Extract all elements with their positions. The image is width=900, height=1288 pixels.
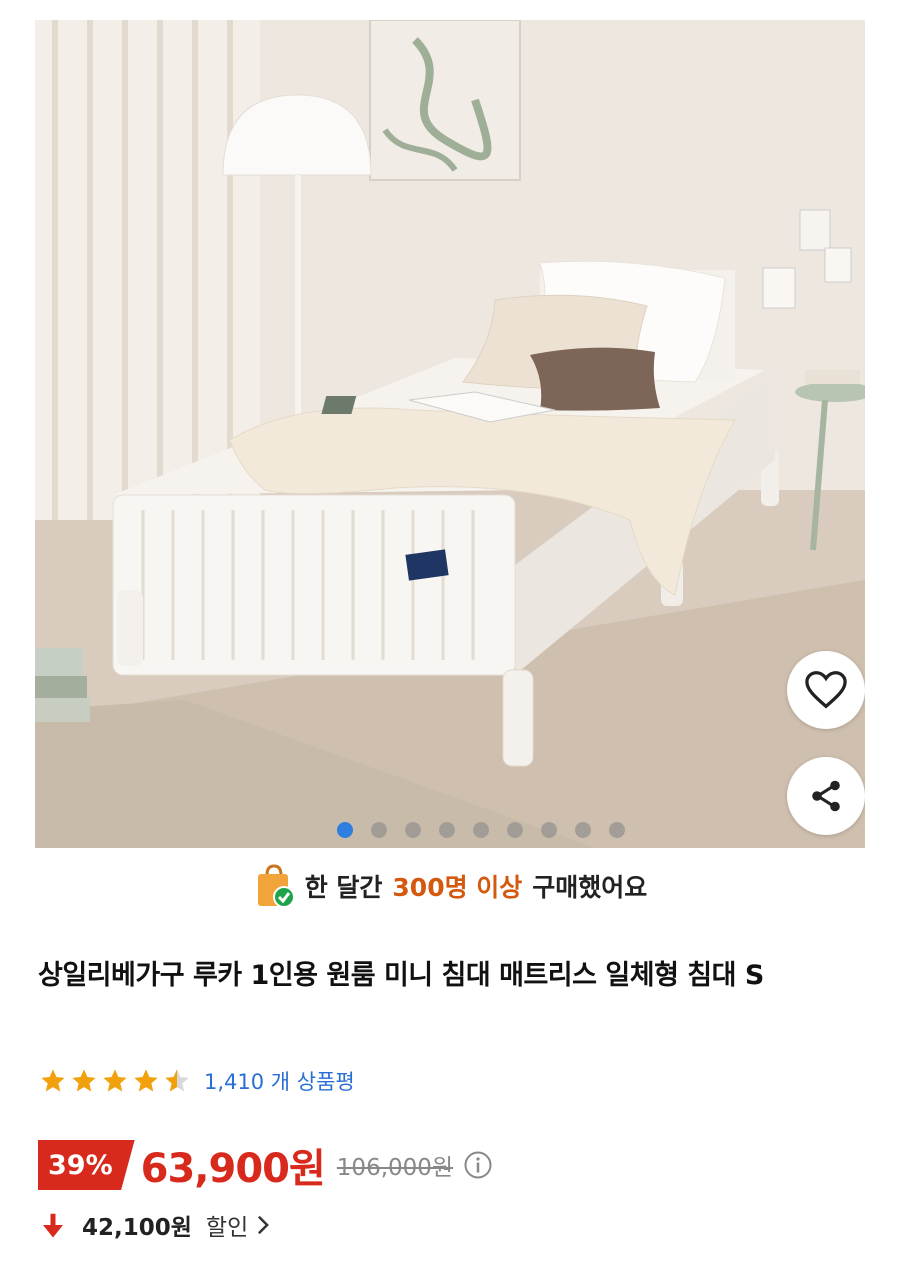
star-rating — [38, 1067, 192, 1095]
gallery-dot[interactable] — [575, 822, 591, 838]
gallery-dot[interactable] — [507, 822, 523, 838]
gallery-dot[interactable] — [609, 822, 625, 838]
info-icon[interactable] — [463, 1150, 493, 1180]
wishlist-button[interactable] — [787, 651, 865, 729]
gallery-dot[interactable] — [371, 822, 387, 838]
arrow-down-icon — [43, 1213, 63, 1238]
rating-row: 1,410 개 상품평 — [38, 1063, 355, 1099]
discount-badge: 39% — [38, 1140, 135, 1190]
gallery-dot[interactable] — [337, 822, 353, 838]
product-image-gallery[interactable] — [35, 20, 865, 848]
price-row: 39% 63,900원 106,000원 — [38, 1137, 493, 1193]
star-half-icon — [165, 1069, 189, 1092]
star-full-icon — [72, 1069, 96, 1092]
discount-detail-link[interactable]: 42,100원 할인 — [38, 1205, 272, 1245]
chevron-right-icon — [258, 1215, 270, 1235]
star-full-icon — [41, 1069, 65, 1092]
gallery-dot[interactable] — [541, 822, 557, 838]
gallery-pagination — [337, 822, 625, 838]
discount-label: 할인 — [205, 1215, 249, 1241]
gallery-dot[interactable] — [439, 822, 455, 838]
star-full-icon — [103, 1069, 127, 1092]
heart-icon — [805, 671, 847, 709]
purchase-prefix: 한 달간 — [304, 873, 383, 902]
product-photo — [35, 20, 865, 848]
share-icon — [812, 780, 840, 812]
share-button[interactable] — [787, 757, 865, 835]
star-full-icon — [134, 1069, 158, 1092]
original-price: 106,000원 — [336, 1155, 454, 1181]
purchase-count: 300명 이상 — [392, 873, 523, 902]
purchase-suffix: 구매했어요 — [532, 873, 648, 902]
review-count-link[interactable]: 1,410 개 상품평 — [204, 1066, 355, 1096]
gallery-dot[interactable] — [405, 822, 421, 838]
discount-amount: 42,100원 — [82, 1215, 192, 1241]
purchase-count-banner: 한 달간 300명 이상 구매했어요 — [0, 860, 900, 912]
sale-price: 63,900원 — [140, 1146, 326, 1192]
shopping-bag-check-icon — [257, 864, 295, 908]
gallery-dot[interactable] — [473, 822, 489, 838]
product-title: 상일리베가구 루카 1인용 원룸 미니 침대 매트리스 일체형 침대 S — [38, 960, 764, 991]
